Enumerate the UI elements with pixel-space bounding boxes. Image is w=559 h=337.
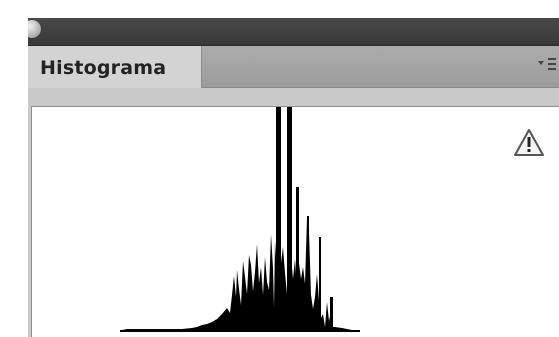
collapse-dot-icon[interactable] — [28, 20, 41, 38]
panel-tab-bar: Histograma — [28, 46, 559, 88]
warning-icon[interactable] — [513, 128, 545, 158]
screenshot-stage: Histograma — [0, 0, 559, 337]
panel-menu-icon[interactable] — [537, 54, 557, 74]
histogram-spike-1 — [276, 107, 281, 331]
histogram-svg — [32, 107, 559, 337]
tab-histogram-label: Histograma — [40, 57, 167, 79]
panel-titlebar[interactable] — [28, 18, 559, 46]
histogram-spike-4 — [307, 216, 309, 331]
histogram-spike-2 — [287, 107, 292, 331]
tab-histogram[interactable]: Histograma — [28, 46, 202, 88]
histogram-graph — [31, 106, 559, 337]
histogram-spike-6 — [330, 297, 333, 331]
histogram-spike-5 — [319, 237, 321, 331]
histogram-spike-3 — [296, 187, 299, 331]
